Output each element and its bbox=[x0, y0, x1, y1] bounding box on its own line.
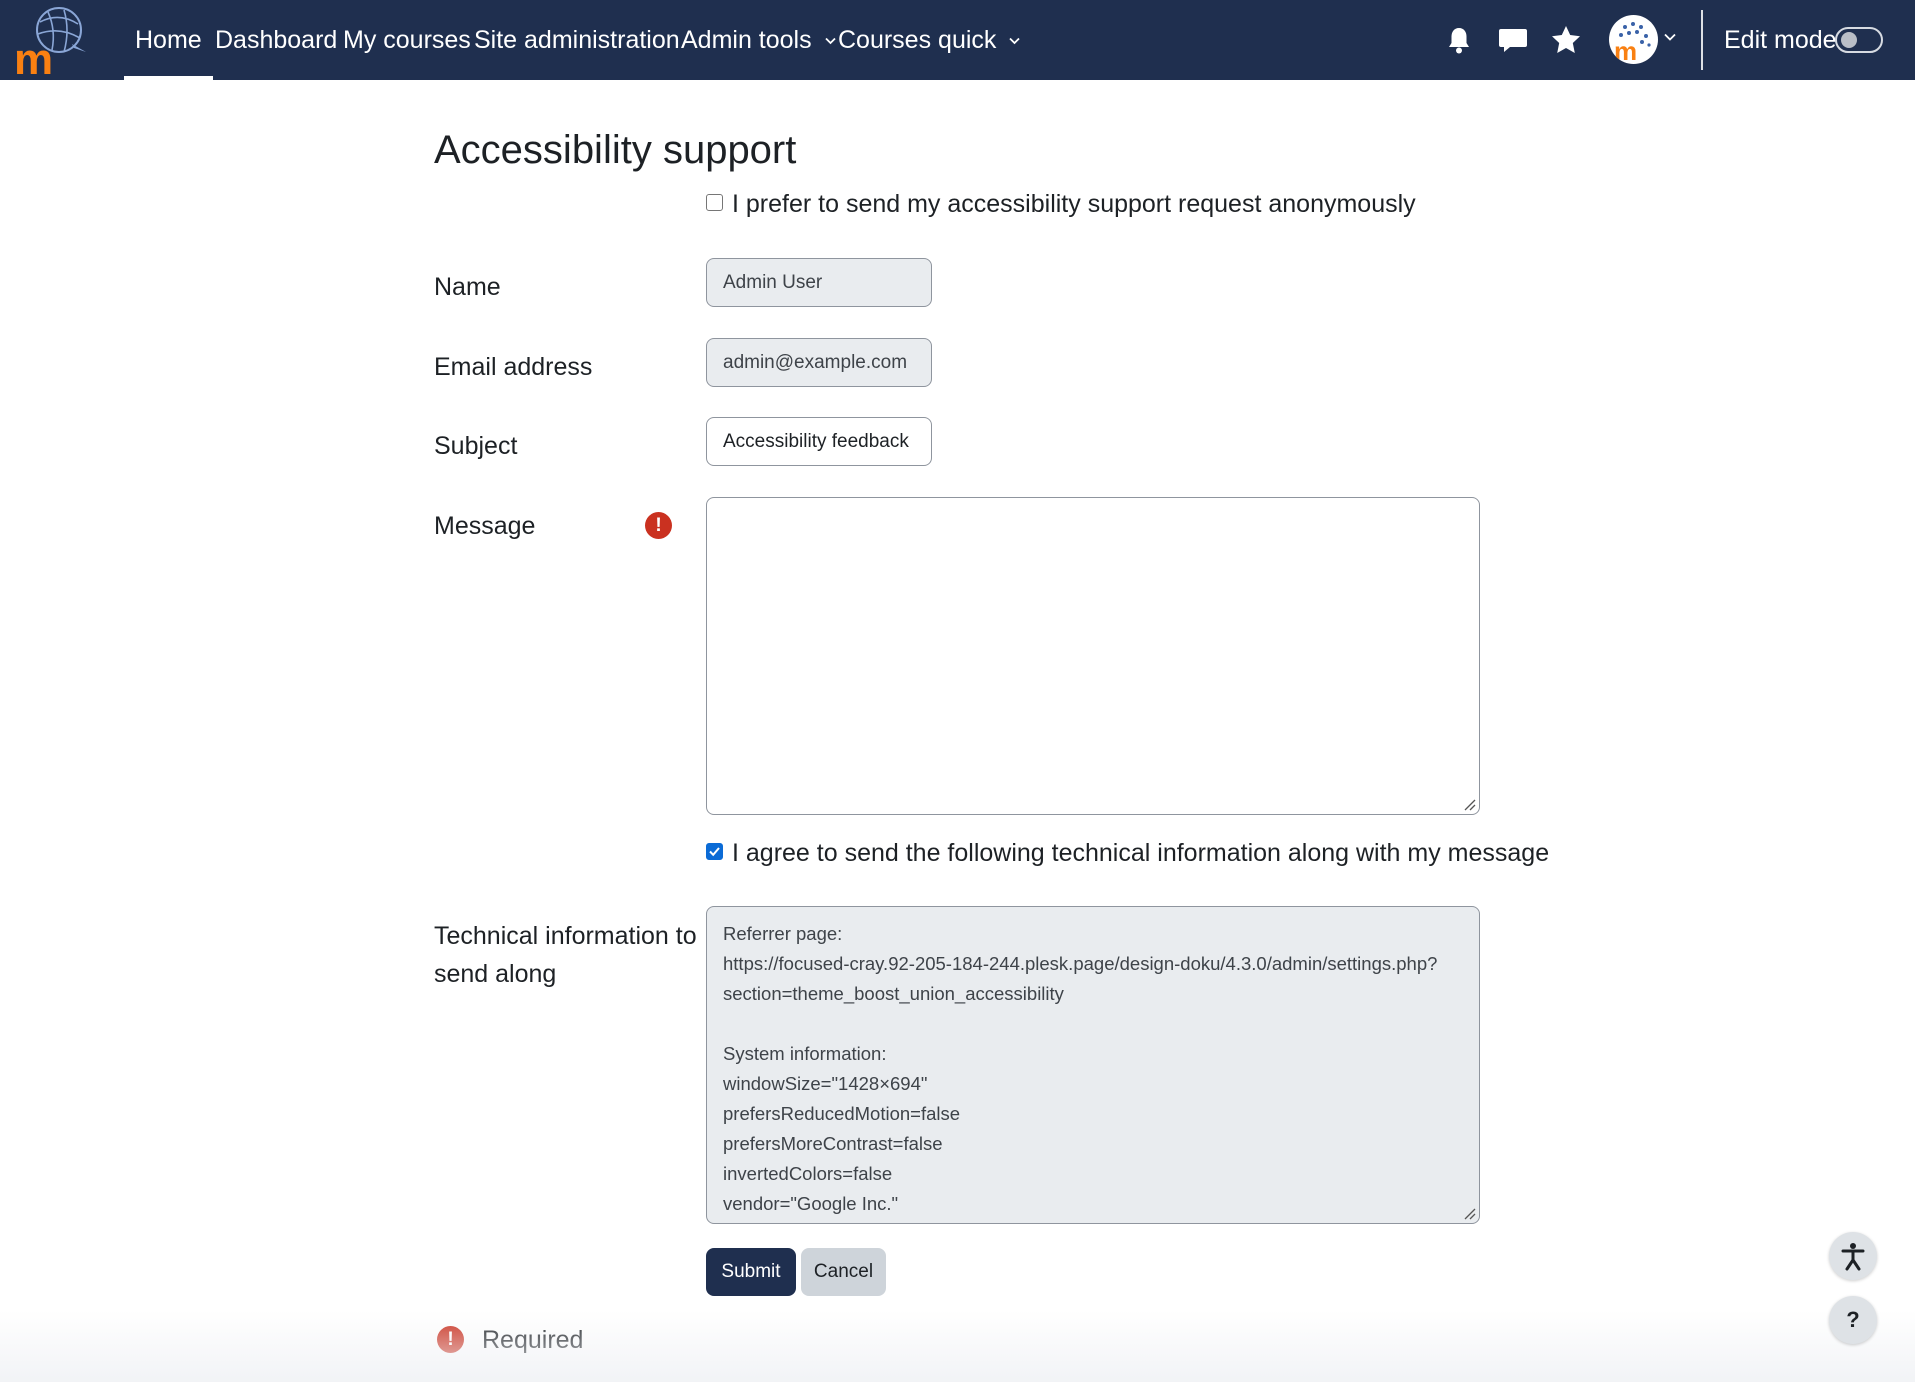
techinfo-line: invertedColors=false bbox=[723, 1163, 893, 1184]
techinfo-label-line1: Technical information to bbox=[434, 922, 697, 950]
checkmark-icon bbox=[709, 847, 720, 857]
nav-dashboard-label: Dashboard bbox=[215, 26, 338, 54]
subject-field[interactable]: Accessibility feedback bbox=[706, 417, 932, 466]
nav-courses-quick[interactable]: Courses quick bbox=[838, 0, 1020, 80]
techinfo-textarea[interactable]: Referrer page: https://focused-cray.92-2… bbox=[706, 906, 1480, 1224]
footer-fade bbox=[0, 1310, 1915, 1382]
anonymous-label[interactable]: I prefer to send my accessibility suppor… bbox=[732, 190, 1416, 219]
svg-text:m: m bbox=[1614, 36, 1637, 64]
moodle-logo[interactable]: m bbox=[12, 4, 90, 84]
techinfo-line: System information: bbox=[723, 1043, 887, 1064]
techinfo-agree-label[interactable]: I agree to send the following technical … bbox=[732, 839, 1549, 868]
nav-admin-tools-label: Admin tools bbox=[681, 26, 812, 54]
nav-admin-tools[interactable]: Admin tools bbox=[681, 0, 836, 80]
nav-my-courses-label: My courses bbox=[343, 26, 471, 54]
nav-site-administration-label: Site administration bbox=[474, 26, 680, 54]
accessibility-icon bbox=[1841, 1243, 1865, 1271]
accessibility-button[interactable] bbox=[1829, 1232, 1877, 1280]
techinfo-line: vendor="Google Inc." bbox=[723, 1193, 899, 1214]
subject-label: Subject bbox=[434, 432, 518, 460]
top-navbar: m Home Dashboard My courses Site adminis… bbox=[0, 0, 1915, 84]
email-field[interactable]: admin@example.com bbox=[706, 338, 932, 387]
resize-grip-icon[interactable] bbox=[1462, 797, 1476, 811]
bell-icon[interactable] bbox=[1443, 24, 1475, 56]
name-field[interactable]: Admin User bbox=[706, 258, 932, 307]
nav-site-administration[interactable]: Site administration bbox=[474, 0, 680, 80]
nav-my-courses[interactable]: My courses bbox=[343, 0, 471, 80]
techinfo-line: prefersMoreContrast=false bbox=[723, 1133, 943, 1154]
chevron-down-icon bbox=[824, 38, 836, 45]
techinfo-line: Referrer page: bbox=[723, 923, 843, 944]
techinfo-line: https://focused-cray.92-205-184-244.ples… bbox=[723, 953, 1438, 974]
chevron-down-icon bbox=[1009, 38, 1020, 45]
techinfo-agree-checkbox[interactable] bbox=[706, 843, 723, 860]
user-avatar[interactable]: m bbox=[1609, 15, 1658, 64]
star-icon[interactable] bbox=[1550, 24, 1582, 56]
techinfo-line: section=theme_boost_union_accessibility bbox=[723, 983, 1064, 1004]
name-label: Name bbox=[434, 273, 501, 301]
techinfo-line bbox=[723, 1009, 1463, 1039]
page-title: Accessibility support bbox=[434, 128, 797, 172]
techinfo-label: Technical information to send along bbox=[434, 917, 697, 993]
techinfo-label-line2: send along bbox=[434, 960, 557, 988]
required-icon: ! bbox=[645, 512, 672, 539]
required-legend: Required bbox=[482, 1326, 584, 1354]
nav-dashboard[interactable]: Dashboard bbox=[215, 0, 337, 80]
svg-text:m: m bbox=[14, 35, 53, 76]
anonymous-checkbox[interactable] bbox=[706, 194, 723, 211]
message-label: Message bbox=[434, 512, 536, 540]
submit-button[interactable]: Submit bbox=[706, 1248, 796, 1296]
techinfo-line: windowSize="1428×694" bbox=[723, 1073, 928, 1094]
cancel-button[interactable]: Cancel bbox=[801, 1248, 886, 1296]
help-label: ? bbox=[1846, 1307, 1860, 1332]
nav-courses-quick-label: Courses quick bbox=[838, 26, 997, 54]
edit-mode-toggle[interactable] bbox=[1835, 27, 1883, 53]
resize-grip-icon[interactable] bbox=[1462, 1206, 1476, 1220]
chat-icon[interactable] bbox=[1497, 24, 1529, 56]
required-icon: ! bbox=[437, 1326, 464, 1353]
toggle-knob bbox=[1841, 32, 1857, 48]
navbar-divider bbox=[1701, 10, 1703, 70]
help-button[interactable]: ? bbox=[1829, 1296, 1877, 1344]
nav-home[interactable]: Home bbox=[124, 0, 213, 80]
email-label: Email address bbox=[434, 353, 593, 381]
message-textarea[interactable] bbox=[706, 497, 1480, 815]
nav-home-label: Home bbox=[135, 26, 202, 54]
techinfo-line: prefersReducedMotion=false bbox=[723, 1103, 961, 1124]
chevron-down-icon[interactable] bbox=[1664, 33, 1676, 42]
edit-mode-label: Edit mode bbox=[1724, 26, 1837, 54]
